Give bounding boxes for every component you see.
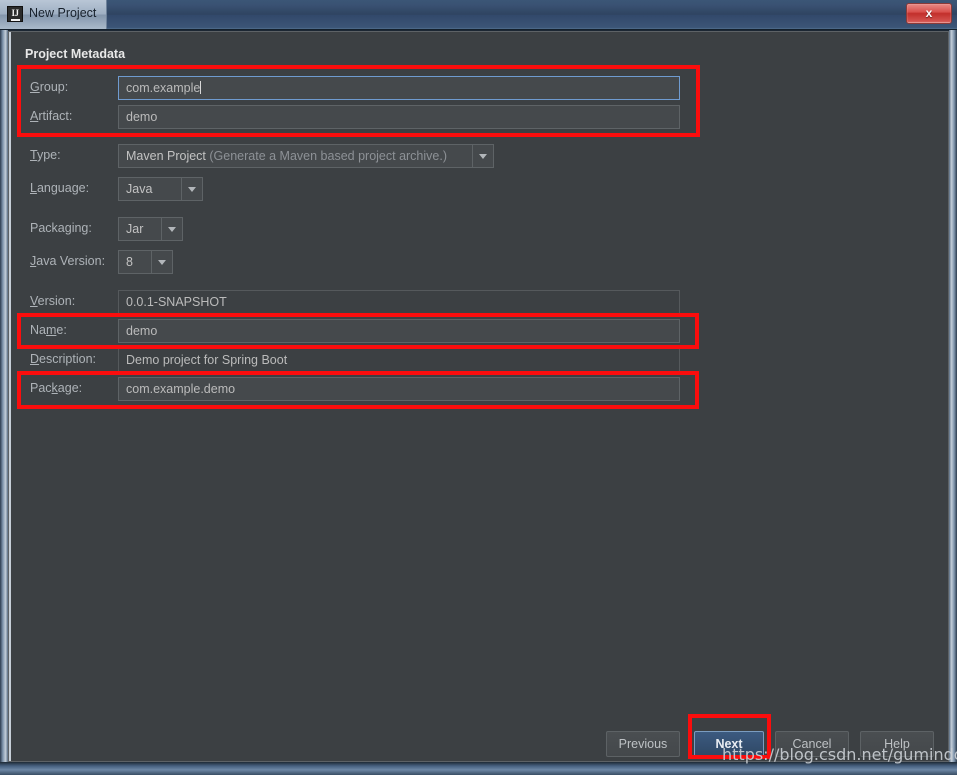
combo-value-type: Maven Project (Generate a Maven based pr…	[126, 149, 447, 163]
previous-button[interactable]: Previous	[606, 731, 680, 757]
window-title: New Project	[29, 6, 97, 20]
combo-type[interactable]: Maven Project (Generate a Maven based pr…	[118, 144, 494, 168]
combo-value-packaging: Jar	[126, 222, 144, 236]
label-artifact: Artifact:	[30, 109, 73, 123]
window-frame: IJ New Project x Project Metadata Group:…	[0, 0, 957, 775]
input-name[interactable]: demo	[118, 319, 680, 343]
label-description: Description:	[30, 352, 97, 366]
watermark-text: https://blog.csdn.net/gumindong	[722, 745, 957, 764]
section-heading-project-metadata: Project Metadata	[25, 47, 126, 61]
input-version[interactable]: 0.0.1-SNAPSHOT	[118, 290, 680, 314]
input-description[interactable]: Demo project for Spring Boot	[118, 348, 680, 372]
combo-packaging[interactable]: Jar	[118, 217, 183, 241]
intellij-idea-icon: IJ	[7, 6, 23, 22]
label-language: Language:	[30, 181, 90, 195]
label-packaging: Packaging:	[30, 221, 92, 235]
label-type: Type:	[30, 148, 61, 162]
window-left-border	[0, 29, 8, 775]
close-icon[interactable]: x	[906, 3, 952, 24]
combo-value-language: Java	[126, 182, 153, 196]
chevron-down-icon[interactable]	[181, 178, 202, 200]
chevron-down-icon[interactable]	[151, 251, 172, 273]
combo-javaversion[interactable]: 8	[118, 250, 173, 274]
combo-language[interactable]: Java	[118, 177, 203, 201]
chevron-down-icon[interactable]	[161, 218, 182, 240]
label-package: Package:	[30, 381, 83, 395]
label-version: Version:	[30, 294, 76, 308]
combo-value-javaversion: 8	[126, 255, 133, 269]
text-caret	[200, 81, 202, 94]
window-right-border	[949, 29, 957, 775]
label-group: Group:	[30, 80, 69, 94]
input-artifact[interactable]: demo	[118, 105, 680, 129]
title-bar[interactable]: IJ New Project x	[0, 0, 957, 30]
label-name: Name:	[30, 323, 67, 337]
chevron-down-icon[interactable]	[472, 145, 493, 167]
label-javaversion: Java Version:	[30, 254, 106, 268]
input-package[interactable]: com.example.demo	[118, 377, 680, 401]
dialog-left-edge	[9, 32, 11, 761]
input-group[interactable]: com.example	[118, 76, 680, 100]
